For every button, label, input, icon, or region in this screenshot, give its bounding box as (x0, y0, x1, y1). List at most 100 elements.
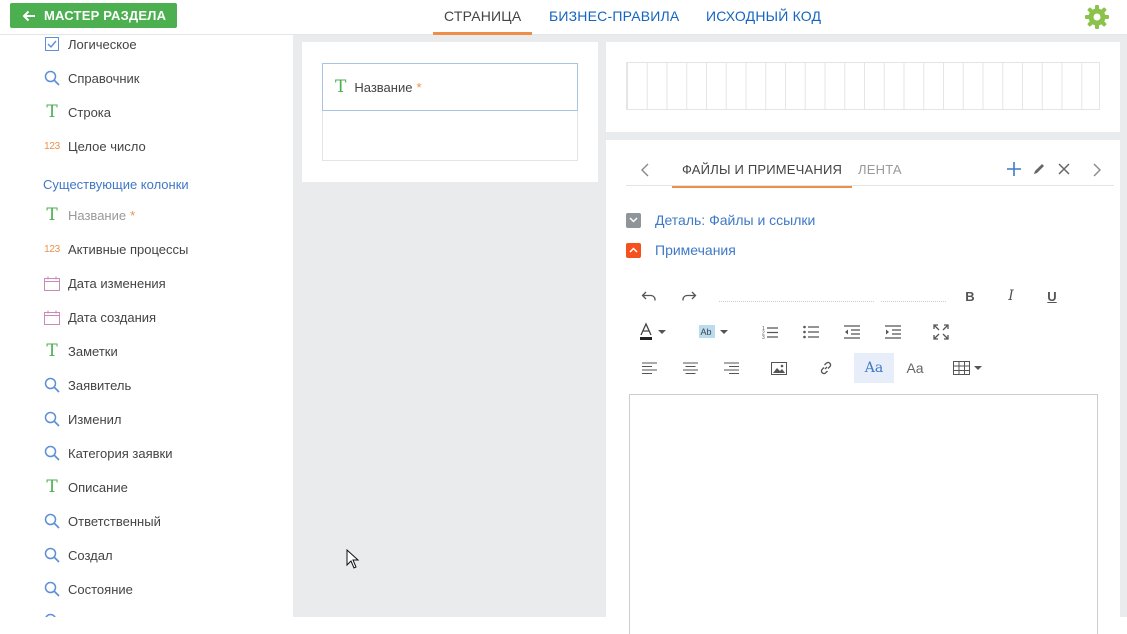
column-type-label: Справочник (68, 70, 140, 86)
existing-column-item[interactable]: Категория заявки (42, 442, 172, 464)
tab-feed[interactable]: ЛЕНТА (858, 154, 902, 186)
align-right-button[interactable] (711, 353, 751, 383)
edit-icon[interactable] (1030, 160, 1048, 178)
field-label: Название (354, 79, 413, 95)
fullscreen-icon (933, 324, 949, 340)
column-label: Описание (68, 479, 128, 495)
column-type-boolean[interactable]: Логическое (42, 35, 137, 55)
detail-files-row[interactable]: Деталь: Файлы и ссылки (626, 210, 815, 230)
section-wizard-back-button[interactable]: МАСТЕР РАЗДЕЛА (10, 3, 178, 28)
bold-button[interactable]: B (950, 281, 990, 311)
align-left-icon (641, 362, 657, 374)
chevron-right-icon[interactable] (1088, 162, 1104, 178)
required-marker: * (130, 207, 136, 223)
column-type-integer[interactable]: 123 Целое число (42, 135, 146, 157)
chevron-up-icon[interactable] (626, 242, 641, 258)
field-name[interactable]: T Название * (322, 63, 578, 111)
align-left-button[interactable] (629, 353, 669, 383)
undo-button[interactable] (629, 281, 669, 311)
table-icon (953, 361, 982, 375)
font-color-button[interactable] (634, 317, 674, 347)
calendar-icon (42, 273, 62, 293)
notes-row[interactable]: Примечания (626, 240, 736, 260)
arrow-left-icon (22, 10, 35, 21)
text-case-button[interactable]: Aa (895, 353, 935, 383)
column-type-lookup[interactable]: Справочник (42, 67, 140, 89)
existing-column-item[interactable]: T Описание (42, 476, 128, 498)
italic-button[interactable]: I (991, 281, 1031, 311)
search-icon (42, 68, 62, 88)
column-label: Название (68, 207, 127, 223)
insert-table-button[interactable] (946, 353, 994, 383)
gear-icon[interactable] (1084, 4, 1110, 30)
svg-text:3: 3 (762, 335, 765, 339)
existing-column-item[interactable]: Состояние (42, 578, 133, 600)
font-size-select[interactable] (881, 301, 946, 302)
layout-grid[interactable] (626, 62, 1100, 110)
existing-columns-header: Существующие колонки (43, 177, 189, 192)
existing-column-item[interactable]: Изменил (42, 408, 122, 430)
highlight-color-button[interactable]: Ab (694, 317, 736, 347)
column-label: Активные процессы (68, 241, 189, 257)
column-label: Категория заявки (68, 445, 173, 461)
existing-column-item[interactable]: Заявитель (42, 374, 131, 396)
page-layout-canvas: T Название * ФАЙЛЫ И ПРИМЕЧАНИЯ ЛЕНТА Дет… (293, 35, 1127, 634)
text-icon: T (46, 205, 58, 225)
field-panel: T Название * (302, 42, 598, 182)
existing-column-item[interactable]: 123 Активные процессы (42, 238, 188, 260)
tab-files-and-notes[interactable]: ФАЙЛЫ И ПРИМЕЧАНИЯ (672, 154, 853, 188)
text-icon: T (335, 77, 347, 97)
insert-image-button[interactable] (759, 353, 799, 383)
column-type-label: Целое число (68, 138, 146, 154)
search-icon (42, 611, 62, 617)
search-icon (42, 545, 62, 565)
chevron-down-icon[interactable] (626, 212, 641, 228)
column-label: Создал (68, 547, 113, 563)
search-icon (42, 579, 62, 599)
existing-column-item[interactable]: Дата создания (42, 306, 156, 328)
existing-column-item[interactable]: Дата изменения (42, 272, 166, 294)
notes-editor[interactable] (629, 394, 1098, 634)
outdent-button[interactable] (832, 317, 872, 347)
search-icon (42, 511, 62, 531)
font-family-select[interactable] (719, 301, 874, 302)
bullet-list-icon (803, 325, 819, 339)
outdent-icon (844, 325, 860, 339)
column-label: Заявитель (68, 377, 132, 393)
ordered-list-icon: 123 (762, 326, 778, 339)
mouse-cursor-icon (346, 549, 360, 569)
add-icon[interactable] (1005, 160, 1023, 178)
tab-source-code[interactable]: ИСХОДНЫЙ КОД (706, 0, 821, 35)
align-center-button[interactable] (670, 353, 710, 383)
existing-column-item[interactable]: T Заметки (42, 340, 118, 362)
column-label: Дата изменения (68, 275, 166, 291)
close-icon[interactable] (1055, 160, 1073, 178)
existing-column-item[interactable]: Создал (42, 544, 113, 566)
bullet-list-button[interactable] (791, 317, 831, 347)
column-label: Дата создания (68, 309, 157, 325)
column-type-label: Строка (68, 104, 112, 120)
underline-button[interactable]: U (1032, 281, 1072, 311)
existing-column-item[interactable]: T Название * (42, 204, 135, 226)
highlight-icon: Ab (699, 325, 728, 338)
align-right-icon (723, 362, 739, 374)
column-type-string[interactable]: T Строка (42, 101, 111, 123)
detail-tabs-panel: ФАЙЛЫ И ПРИМЕЧАНИЯ ЛЕНТА Деталь: Файлы и… (606, 140, 1120, 634)
tab-business-rules[interactable]: БИЗНЕС-ПРАВИЛА (549, 0, 679, 35)
redo-button[interactable] (669, 281, 709, 311)
existing-column-item[interactable]: Ответственный (42, 510, 161, 532)
chevron-left-icon[interactable] (638, 162, 654, 178)
fullscreen-button[interactable] (921, 317, 961, 347)
existing-column-item[interactable] (42, 610, 68, 617)
ordered-list-button[interactable]: 123 (750, 317, 790, 347)
column-label: Заметки (68, 343, 118, 359)
align-center-icon (682, 362, 698, 374)
number-icon: 123 (44, 243, 60, 255)
insert-link-button[interactable] (806, 353, 846, 383)
tab-page[interactable]: СТРАНИЦА (432, 0, 533, 35)
text-icon: T (46, 477, 58, 497)
empty-field-slot[interactable] (322, 111, 578, 161)
text-style-button[interactable]: Aa (854, 353, 894, 383)
columns-list: Логическое Справочник T Строка 123 Целое… (0, 35, 293, 617)
indent-button[interactable] (873, 317, 913, 347)
